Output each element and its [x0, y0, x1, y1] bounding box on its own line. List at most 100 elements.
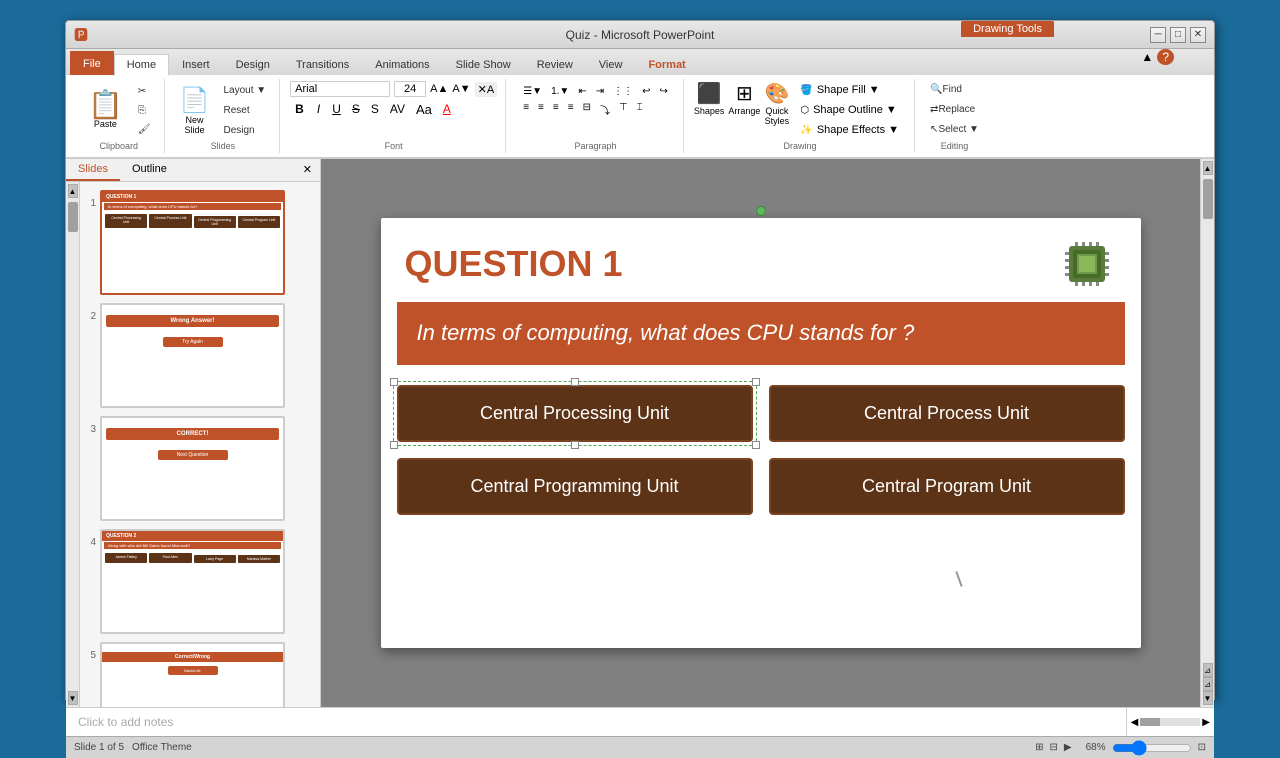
- tab-format[interactable]: Format: [635, 53, 698, 75]
- increase-indent-btn[interactable]: ⇥: [593, 85, 607, 98]
- numbering-btn[interactable]: 1.▼: [548, 85, 572, 98]
- paste-button[interactable]: 📋 Paste: [82, 89, 129, 131]
- answer-btn-2[interactable]: Central Process Unit: [769, 385, 1125, 442]
- text-case-btn[interactable]: Aa: [412, 101, 436, 118]
- slide-item-1[interactable]: 1 QUESTION 1 In terms of computing, what…: [84, 190, 316, 295]
- slides-tab-outline[interactable]: Outline: [120, 159, 179, 181]
- vscroll-down[interactable]: ▼: [1203, 691, 1213, 705]
- slide-scroll-thumb[interactable]: [68, 202, 78, 232]
- align-center-btn[interactable]: ≡: [535, 101, 547, 118]
- replace-button[interactable]: ⇄ Replace: [925, 101, 984, 118]
- clear-formatting-btn[interactable]: ✕A: [475, 82, 498, 97]
- strikethrough-btn[interactable]: S: [348, 101, 364, 117]
- selection-top-handle[interactable]: [756, 206, 766, 216]
- vscroll-page-up[interactable]: ⊿: [1203, 663, 1213, 677]
- hscroll-thumb[interactable]: [1140, 718, 1160, 726]
- text-align-btn[interactable]: ⊤: [616, 101, 631, 118]
- shape-fill-button[interactable]: 🪣 Shape Fill ▼: [793, 81, 906, 99]
- restore-button[interactable]: □: [1170, 27, 1186, 43]
- slide-item-2[interactable]: 2 Wrong Answer! Try Again: [84, 303, 316, 408]
- minimize-button[interactable]: ─: [1150, 27, 1166, 43]
- find-button[interactable]: 🔍 Find: [925, 81, 984, 98]
- align-left-btn[interactable]: ≡: [520, 101, 532, 118]
- help-btn[interactable]: ?: [1157, 49, 1174, 65]
- layout-button[interactable]: Layout ▼: [218, 82, 271, 99]
- hscroll-left[interactable]: ◀: [1131, 717, 1139, 728]
- slide-scroll-down[interactable]: ▼: [68, 691, 78, 705]
- underline-btn[interactable]: U: [328, 101, 345, 117]
- columns-btn[interactable]: ⋮⋮: [610, 85, 636, 98]
- handle-bl[interactable]: [390, 441, 398, 449]
- slide-item-5[interactable]: 5 Correct/Wrong Back/Life: [84, 642, 316, 707]
- answer-btn-1[interactable]: Central Processing Unit: [397, 385, 753, 442]
- slide-item-3[interactable]: 3 CORRECT! Next Question: [84, 416, 316, 521]
- format-painter-button[interactable]: 🖌: [133, 121, 156, 138]
- font-name-input[interactable]: [290, 81, 390, 97]
- slideshow-btn[interactable]: ▶: [1064, 742, 1072, 753]
- font-color-btn[interactable]: A: [439, 101, 455, 117]
- tab-home[interactable]: Home: [114, 54, 169, 76]
- tab-review[interactable]: Review: [524, 53, 586, 75]
- font-size-input[interactable]: [394, 81, 426, 97]
- col-layout-btn[interactable]: ⊟: [580, 101, 594, 118]
- smartart-btn[interactable]: ⌶: [634, 101, 646, 118]
- close-button[interactable]: ✕: [1190, 27, 1206, 43]
- cut-button[interactable]: ✂: [133, 83, 156, 100]
- shapes-label: Shapes: [694, 106, 725, 116]
- title-bar: 🅿 Quiz - Microsoft PowerPoint Drawing To…: [66, 21, 1214, 49]
- shape-effects-button[interactable]: ✨ Shape Effects ▼: [793, 121, 906, 139]
- ltr-btn[interactable]: ↪: [657, 85, 671, 98]
- shape-format-buttons: 🪣 Shape Fill ▼ ⬡ Shape Outline ▼ ✨ Shape…: [793, 81, 906, 139]
- collapse-ribbon-btn[interactable]: ▲: [1141, 50, 1153, 64]
- font-grow-btn[interactable]: A▲: [430, 83, 448, 95]
- font-shrink-btn[interactable]: A▼: [452, 83, 470, 95]
- handle-tl[interactable]: [390, 378, 398, 386]
- rtl-btn[interactable]: ↩: [639, 85, 653, 98]
- align-right-btn[interactable]: ≡: [550, 101, 562, 118]
- bold-btn[interactable]: B: [290, 100, 309, 118]
- zoom-fit-btn[interactable]: ⊡: [1198, 742, 1206, 753]
- slides-panel-close[interactable]: ✕: [295, 159, 320, 181]
- notes-input[interactable]: Click to add notes: [66, 708, 1126, 736]
- shapes-button[interactable]: ⬛ Shapes: [694, 81, 725, 116]
- decrease-indent-btn[interactable]: ⇤: [575, 85, 589, 98]
- tab-file[interactable]: File: [70, 51, 114, 75]
- tab-design[interactable]: Design: [223, 53, 283, 75]
- justify-btn[interactable]: ≡: [565, 101, 577, 118]
- cursor-indicator: [958, 571, 960, 587]
- tab-view[interactable]: View: [586, 53, 636, 75]
- quick-styles-button[interactable]: 🎨 QuickStyles: [764, 81, 789, 126]
- italic-btn[interactable]: I: [312, 100, 325, 118]
- vscroll-thumb[interactable]: [1203, 179, 1213, 219]
- tab-insert[interactable]: Insert: [169, 53, 223, 75]
- slides-tab-slides[interactable]: Slides: [66, 159, 120, 181]
- replace-icon: ⇄: [930, 104, 938, 115]
- vscroll-page-down[interactable]: ⊿: [1203, 677, 1213, 691]
- shape-outline-button[interactable]: ⬡ Shape Outline ▼: [793, 101, 906, 119]
- handle-br[interactable]: [752, 441, 760, 449]
- new-slide-button[interactable]: 📄 New Slide: [175, 83, 215, 138]
- tab-slideshow[interactable]: Slide Show: [443, 53, 524, 75]
- shadow-btn[interactable]: S: [367, 101, 383, 117]
- copy-button[interactable]: ⎘: [133, 102, 156, 119]
- slide-scroll-up[interactable]: ▲: [68, 184, 78, 198]
- select-button[interactable]: ↖ Select ▼: [925, 121, 984, 138]
- arrange-button[interactable]: ⊞ Arrange: [728, 81, 760, 116]
- hscroll-right[interactable]: ▶: [1202, 717, 1210, 728]
- reset-button[interactable]: Reset: [218, 102, 271, 119]
- zoom-slider[interactable]: [1112, 740, 1192, 756]
- vscroll-up[interactable]: ▲: [1203, 161, 1213, 175]
- tab-animations[interactable]: Animations: [362, 53, 442, 75]
- handle-tr[interactable]: [752, 378, 760, 386]
- handle-bc[interactable]: [571, 441, 579, 449]
- text-direction-btn[interactable]: ⤵: [597, 101, 613, 118]
- spacing-btn[interactable]: AV: [386, 101, 409, 117]
- slide-sorter-btn[interactable]: ⊟: [1050, 742, 1058, 753]
- answer-btn-3[interactable]: Central Programming Unit: [397, 458, 753, 515]
- tab-transitions[interactable]: Transitions: [283, 53, 362, 75]
- answer-btn-4[interactable]: Central Program Unit: [769, 458, 1125, 515]
- slide-item-4[interactable]: 4 QUESTION 2 Along with who did Bill Gat…: [84, 529, 316, 634]
- bullets-btn[interactable]: ☰▼: [520, 85, 545, 98]
- normal-view-btn[interactable]: ⊞: [1035, 742, 1043, 753]
- section-button[interactable]: Design: [218, 122, 271, 139]
